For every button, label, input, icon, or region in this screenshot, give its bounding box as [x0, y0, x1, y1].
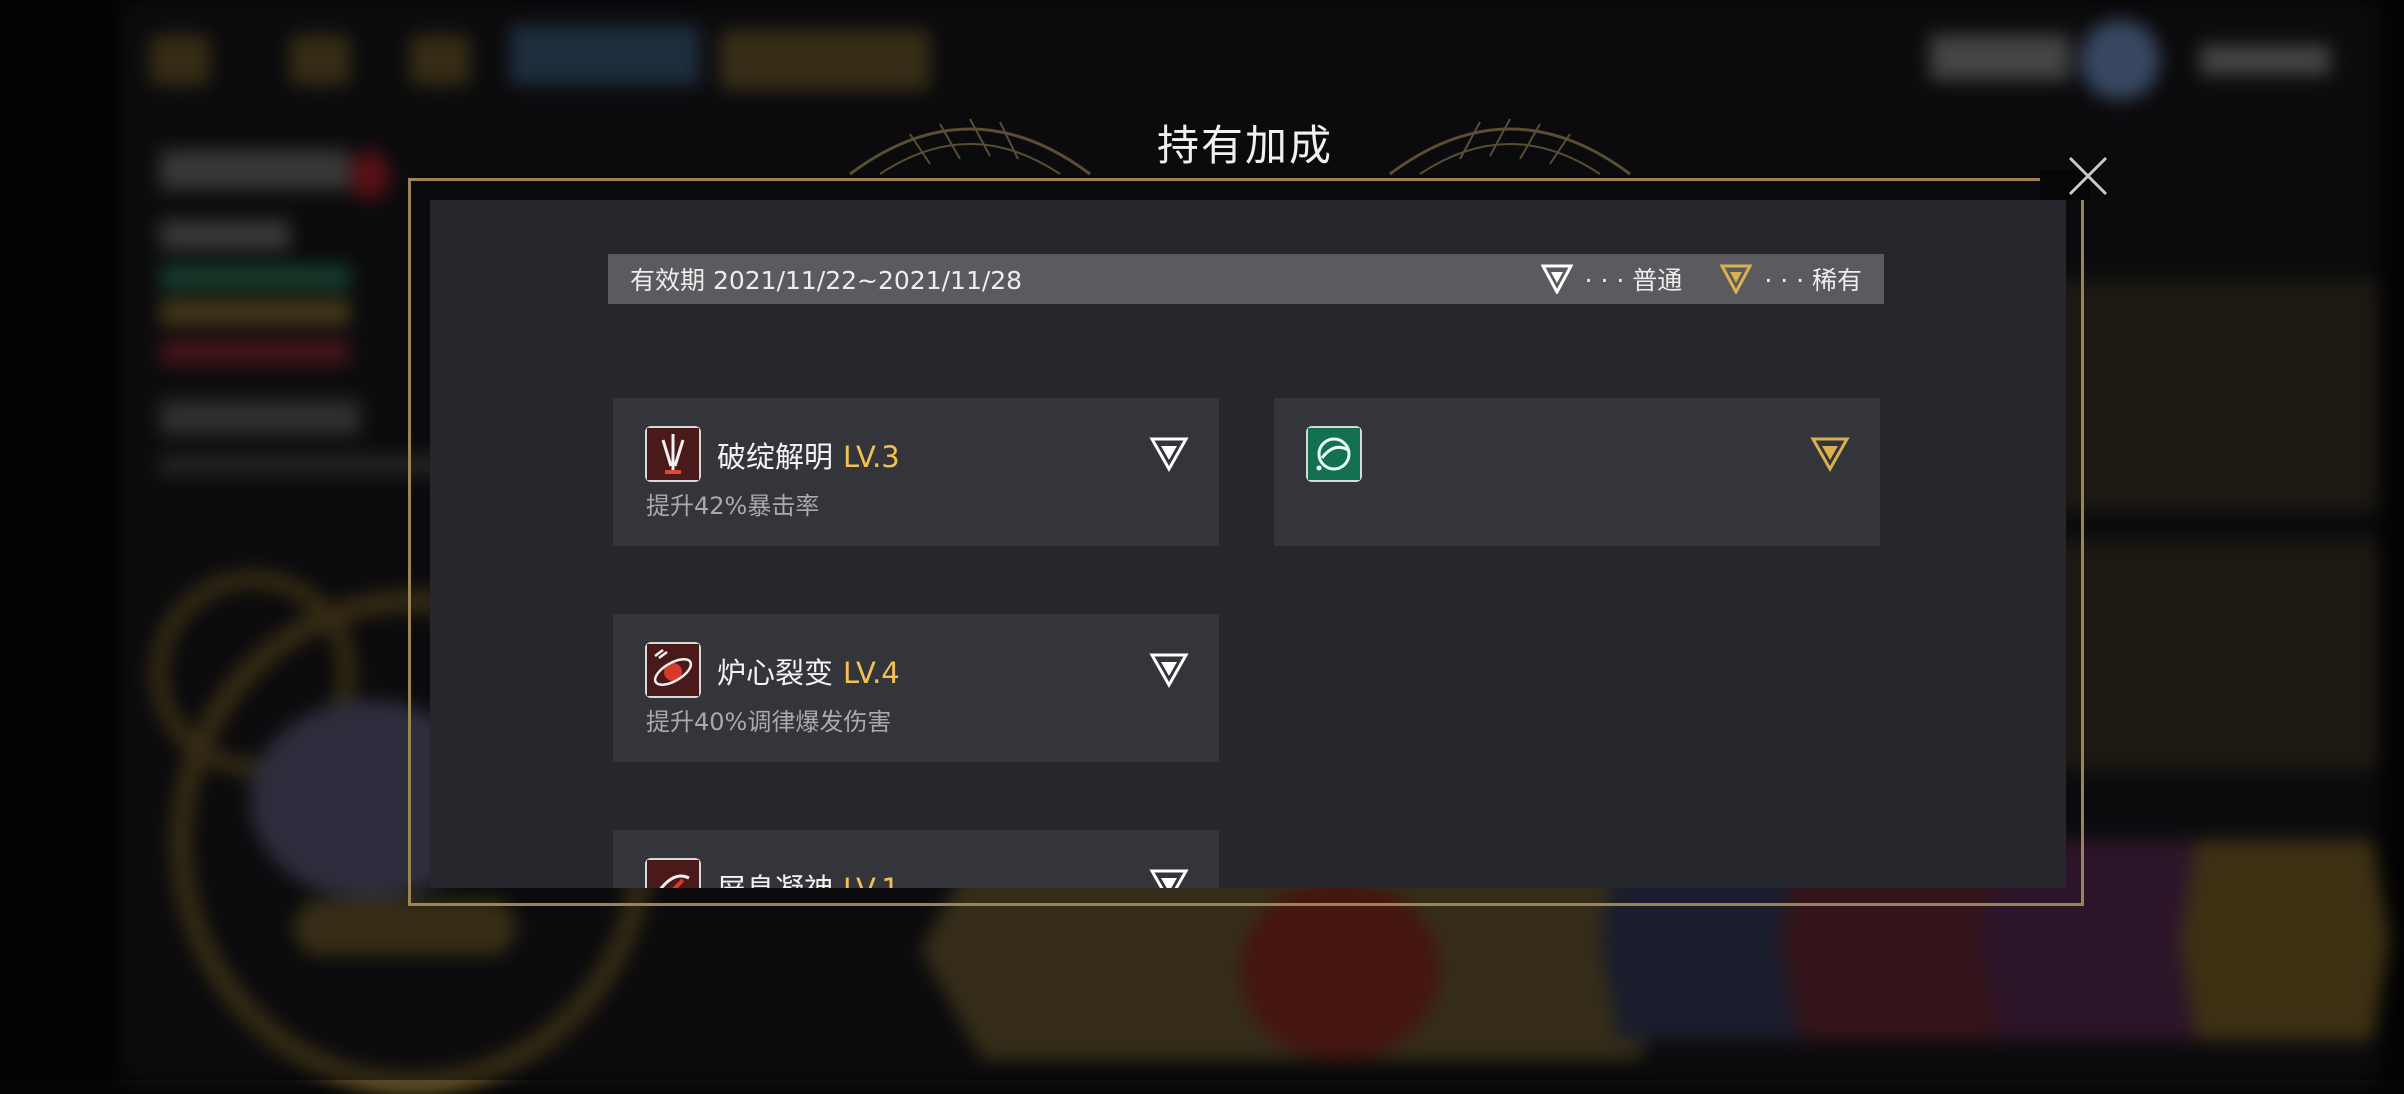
- common-rarity-icon: [1149, 437, 1189, 472]
- legend-rare: · · · 稀有: [1720, 261, 1862, 297]
- rare-rarity-icon: [1810, 437, 1850, 472]
- rare-rarity-icon: [1720, 264, 1753, 294]
- legend-common-label: · · · 普通: [1584, 266, 1683, 295]
- common-rarity-icon: [1540, 264, 1573, 294]
- close-icon[interactable]: [2064, 152, 2112, 200]
- core-fission-icon: [645, 642, 701, 698]
- bonus-name: 屏息凝神LV.1: [717, 866, 900, 888]
- bonus-name: 破绽解明 LV.3: [717, 440, 900, 474]
- legend-common: · · · 普通: [1540, 261, 1683, 297]
- bonus-card[interactable]: 破绽解明 LV.3 提升42%暴击率: [613, 398, 1219, 546]
- bonus-card[interactable]: 炉心裂变 LV.4 提升40%调律爆发伤害: [613, 614, 1219, 762]
- common-rarity-icon: [1149, 869, 1189, 888]
- modal-title: 持有加成: [1156, 121, 1333, 170]
- bonus-description: 提升40%调律爆发伤害: [646, 708, 892, 736]
- bonus-card[interactable]: 屏息凝神LV.1: [613, 830, 1219, 888]
- focus-breath-icon: [645, 858, 701, 888]
- bonus-description: 提升42%暴击率: [646, 492, 820, 520]
- bonus-card[interactable]: [1274, 398, 1880, 546]
- bonus-panel[interactable]: 有效期 2021/11/22~2021/11/28 · · · 普通 · · ·…: [430, 200, 2066, 888]
- common-rarity-icon: [1149, 653, 1189, 688]
- validity-legend-bar: 有效期 2021/11/22~2021/11/28 · · · 普通 · · ·…: [608, 254, 1884, 304]
- bonus-name: [1378, 434, 1388, 468]
- bonus-level: LV.3: [843, 440, 900, 474]
- bonus-name: 炉心裂变 LV.4: [717, 656, 900, 690]
- legend-rare-label: · · · 稀有: [1764, 266, 1862, 295]
- crit-blades-icon: [645, 426, 701, 482]
- validity-period: 有效期 2021/11/22~2021/11/28: [630, 266, 1023, 295]
- bonus-level: LV.4: [843, 656, 900, 690]
- green-planet-icon: [1306, 426, 1362, 482]
- bonus-level: LV.1: [843, 872, 900, 888]
